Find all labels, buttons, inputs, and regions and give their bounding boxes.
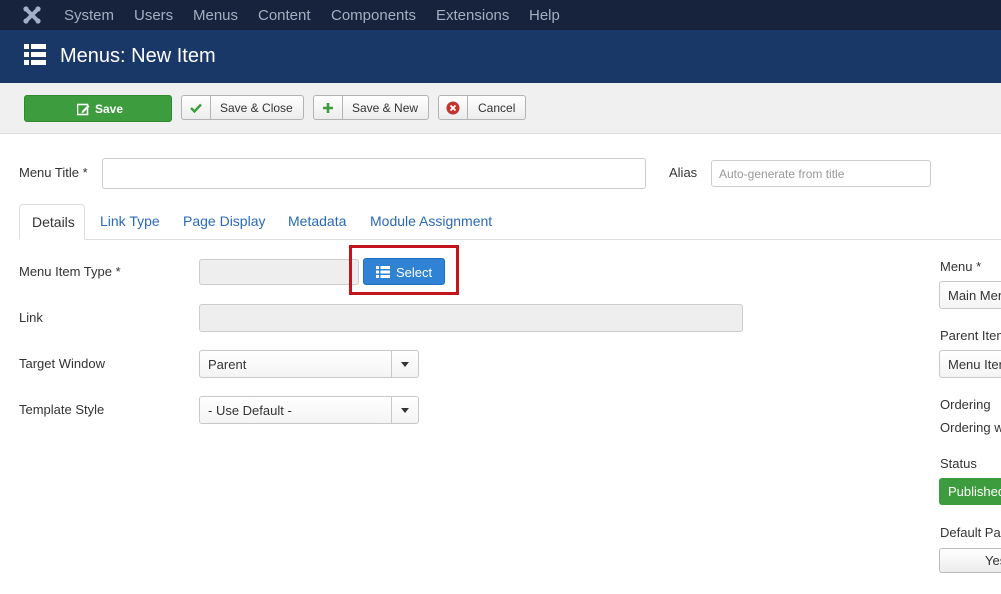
chevron-down-icon	[391, 397, 418, 423]
tab-module-assignment[interactable]: Module Assignment	[370, 213, 492, 229]
alias-placeholder: Auto-generate from title	[719, 167, 845, 181]
menu-label: Menu *	[940, 259, 982, 274]
page-header: Menus: New Item	[0, 30, 1001, 83]
ordering-value: Ordering w	[940, 420, 1001, 435]
alias-input[interactable]: Auto-generate from title	[711, 160, 931, 187]
status-published-button[interactable]: Published	[939, 478, 1001, 505]
list-icon	[24, 44, 46, 65]
nav-components[interactable]: Components	[331, 7, 416, 24]
page-title: Menus: New Item	[60, 45, 216, 67]
status-label: Status	[940, 456, 977, 471]
joomla-logo-icon[interactable]	[22, 5, 42, 25]
tab-details-label: Details	[32, 214, 75, 230]
cancel-icon	[439, 96, 468, 119]
nav-menus[interactable]: Menus	[193, 7, 238, 24]
target-window-value: Parent	[208, 357, 247, 372]
nav-help[interactable]: Help	[529, 7, 560, 24]
check-icon	[182, 96, 211, 119]
cancel-label: Cancel	[478, 101, 516, 115]
template-style-value: - Use Default -	[208, 403, 292, 418]
save-close-label: Save & Close	[220, 101, 293, 115]
nav-users[interactable]: Users	[134, 7, 173, 24]
toolbar: Save Save & Close Save & New Cancel	[0, 83, 1001, 134]
link-label: Link	[19, 310, 43, 325]
save-button[interactable]: Save	[24, 95, 172, 122]
target-window-label: Target Window	[19, 356, 105, 371]
default-page-label: Default Pa	[940, 525, 1001, 540]
parent-item-value: Menu Item	[948, 357, 1001, 372]
parent-item-label: Parent Item	[940, 328, 1001, 343]
link-field	[199, 304, 743, 332]
tabs-divider	[19, 239, 1001, 240]
save-close-button[interactable]: Save & Close	[181, 95, 304, 120]
menu-value: Main Men	[948, 288, 1001, 303]
ordering-label: Ordering	[940, 397, 991, 412]
tab-link-type[interactable]: Link Type	[100, 213, 160, 229]
status-value: Published	[948, 484, 1001, 499]
menu-title-input[interactable]	[102, 158, 646, 189]
default-page-value: Yes	[985, 553, 1001, 568]
template-style-label: Template Style	[19, 402, 105, 417]
cancel-button[interactable]: Cancel	[438, 95, 526, 120]
save-label: Save	[95, 102, 124, 116]
select-button-label: Select	[396, 265, 433, 280]
nav-extensions[interactable]: Extensions	[436, 7, 509, 24]
nav-content[interactable]: Content	[258, 7, 311, 24]
default-page-yes-button[interactable]: Yes	[939, 548, 1001, 573]
list-icon	[376, 266, 390, 278]
menu-item-type-field	[199, 259, 359, 285]
chevron-down-icon	[391, 351, 418, 377]
nav-system[interactable]: System	[64, 7, 114, 24]
edit-icon	[77, 103, 90, 116]
menu-title-label: Menu Title *	[19, 165, 88, 180]
top-navigation-bar: System Users Menus Content Components Ex…	[0, 0, 1001, 30]
select-button[interactable]: Select	[363, 258, 445, 285]
menu-item-type-label: Menu Item Type *	[19, 264, 121, 279]
parent-item-select[interactable]: Menu Item	[939, 350, 1001, 378]
save-new-label: Save & New	[352, 101, 419, 115]
save-new-button[interactable]: Save & New	[313, 95, 429, 120]
alias-label: Alias	[669, 165, 698, 180]
tab-details[interactable]: Details	[19, 204, 85, 240]
target-window-select[interactable]: Parent	[199, 350, 419, 378]
tab-metadata[interactable]: Metadata	[288, 213, 346, 229]
plus-icon	[314, 96, 343, 119]
template-style-select[interactable]: - Use Default -	[199, 396, 419, 424]
menu-select[interactable]: Main Men	[939, 281, 1001, 309]
tab-page-display[interactable]: Page Display	[183, 213, 266, 229]
